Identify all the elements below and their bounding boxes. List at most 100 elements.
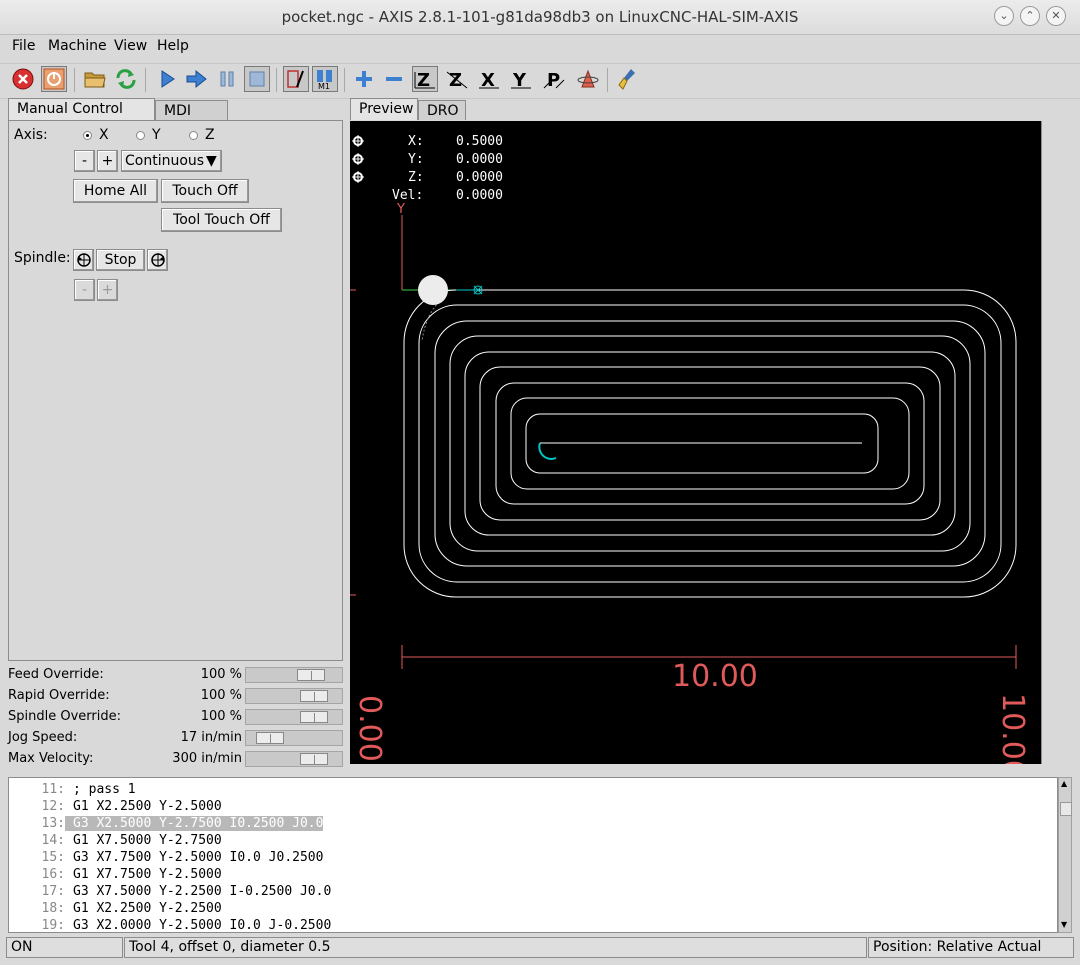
menu-file[interactable]: File <box>12 38 35 54</box>
override-slider[interactable] <box>245 751 343 767</box>
machine-power-button[interactable] <box>41 66 67 92</box>
gcode-scrollbar[interactable]: ▲ ▼ <box>1058 777 1072 933</box>
machine-state: ON <box>6 937 123 958</box>
axis-radio-z[interactable] <box>189 131 198 140</box>
rotate-view-button[interactable] <box>575 66 601 92</box>
code-line[interactable]: 17: G3 X7.5000 Y-2.2500 I-0.2500 J0.0 <box>9 883 1057 900</box>
rotate-view-icon <box>577 69 599 88</box>
run-button[interactable] <box>154 66 180 92</box>
zoom-in-button[interactable] <box>351 66 377 92</box>
tab-dro[interactable]: DRO <box>418 100 466 120</box>
toolbar-separator <box>74 68 75 92</box>
code-line[interactable]: 14: G1 X7.5000 Y-2.7500 <box>9 832 1057 849</box>
block-delete-button[interactable] <box>283 66 309 92</box>
pause-button[interactable] <box>214 66 240 92</box>
dro-vel-label: Vel: <box>392 188 424 203</box>
dro-y-label: Y: <box>408 152 424 167</box>
zoom-out-button[interactable] <box>381 66 407 92</box>
tab-manual-control[interactable]: Manual Control [F3] <box>8 98 155 137</box>
chevron-up-icon: ⌃ <box>1025 9 1035 22</box>
tab-preview[interactable]: Preview <box>350 98 418 120</box>
spindle-slower-button[interactable]: - <box>74 279 95 301</box>
jog-plus-button[interactable]: + <box>97 150 118 172</box>
toolbar-separator <box>607 68 608 92</box>
view-z2-button[interactable]: Z <box>444 66 470 92</box>
gcode-listing[interactable]: 11:; pass 1 12: G1 X2.2500 Y-2.5000 13: G3 X… <box>8 777 1058 933</box>
override-label: Jog Speed: <box>8 730 78 745</box>
close-icon: ✕ <box>1051 9 1061 22</box>
override-slider[interactable] <box>245 730 343 746</box>
y-axis-label: Y <box>397 202 405 217</box>
zoom-in-icon <box>356 71 372 87</box>
slider-thumb[interactable] <box>256 732 284 744</box>
scroll-down-icon[interactable]: ▼ <box>1061 921 1069 929</box>
estop-button[interactable] <box>10 66 36 92</box>
scrollbar-thumb[interactable] <box>1060 802 1072 816</box>
slider-thumb[interactable] <box>300 690 328 702</box>
toolbar-separator <box>276 68 277 92</box>
line-text: ; pass 1 <box>73 782 136 797</box>
clear-backplot-button[interactable] <box>616 66 642 92</box>
slider-thumb[interactable] <box>300 753 328 765</box>
code-line[interactable]: 11: ; pass 1 <box>9 781 1057 798</box>
dro-z-value: 0.0000 <box>456 170 503 185</box>
tab-mdi[interactable]: MDI [F5] <box>155 100 228 139</box>
dro-x-label: X: <box>408 134 424 149</box>
code-line[interactable]: 12: G1 X2.2500 Y-2.5000 <box>9 798 1057 815</box>
spindle-stop-button[interactable]: Stop <box>96 249 145 271</box>
override-slider[interactable] <box>245 709 343 725</box>
svg-text:Y: Y <box>512 70 527 90</box>
jog-minus-button[interactable]: - <box>74 150 95 172</box>
axis-radio-y[interactable] <box>136 131 145 140</box>
close-window-button[interactable]: ✕ <box>1046 6 1066 26</box>
active-code-line[interactable]: 13: G3 X2.5000 Y-2.7500 I0.2500 J0.0 <box>9 815 1057 832</box>
line-text: G1 X7.7500 Y-2.5000 <box>73 867 222 882</box>
view-p-button[interactable]: P <box>541 66 567 92</box>
spindle-faster-button[interactable]: + <box>97 279 118 301</box>
axis-radio-x[interactable] <box>83 131 92 140</box>
preview-canvas[interactable]: X: 0.5000 Y: 0.0000 Z: 0.0000 Vel: 0.000… <box>350 121 1041 764</box>
maximize-window-button[interactable]: ⌃ <box>1020 6 1040 26</box>
line-text: G3 X7.5000 Y-2.2500 I-0.2500 J0.0 <box>73 884 332 899</box>
tool-touch-off-button[interactable]: Tool Touch Off <box>161 208 282 232</box>
code-line[interactable]: 19: G3 X2.0000 Y-2.5000 I0.0 J-0.2500 <box>9 917 1057 932</box>
view-y-button[interactable]: Y <box>508 66 534 92</box>
jog-mode-select[interactable]: Continuous ▼ <box>121 150 222 172</box>
home-all-button[interactable]: Home All <box>73 179 158 203</box>
jog-mode-value: Continuous <box>125 153 205 169</box>
line-text: G1 X7.5000 Y-2.7500 <box>73 833 222 848</box>
menu-view[interactable]: View <box>114 38 147 54</box>
view-z-button[interactable]: Z <box>412 66 438 92</box>
override-label: Max Velocity: <box>8 751 94 766</box>
reload-button[interactable] <box>113 66 139 92</box>
optional-stop-icon: M1 <box>317 70 332 90</box>
estop-icon <box>12 68 34 90</box>
override-value: 100 % <box>200 667 242 682</box>
line-number: 13: <box>41 816 65 831</box>
view-x-button[interactable]: X <box>476 66 502 92</box>
code-line[interactable]: 15: G3 X7.7500 Y-2.5000 I0.0 J0.2500 <box>9 849 1057 866</box>
current-move <box>538 442 557 460</box>
code-line[interactable]: 18: G1 X2.2500 Y-2.2500 <box>9 900 1057 917</box>
left-dimension-label: 0.00 <box>352 695 387 762</box>
override-slider[interactable] <box>245 667 343 683</box>
override-slider[interactable] <box>245 688 343 704</box>
slider-thumb[interactable] <box>300 711 328 723</box>
open-file-button[interactable] <box>82 66 108 92</box>
toolbar-separator <box>344 68 345 92</box>
scroll-up-icon[interactable]: ▲ <box>1061 780 1069 788</box>
collapse-window-button[interactable]: ⌄ <box>994 6 1014 26</box>
optional-stop-button[interactable]: M1 <box>312 66 338 92</box>
touch-off-button[interactable]: Touch Off <box>161 179 249 203</box>
spindle-ccw-button[interactable] <box>73 249 94 271</box>
step-button[interactable] <box>184 66 210 92</box>
spindle-cw-button[interactable] <box>147 249 168 271</box>
menu-machine[interactable]: Machine <box>48 38 107 54</box>
tool-marker <box>418 275 448 305</box>
step-icon <box>186 69 207 89</box>
code-line[interactable]: 16: G1 X7.7500 Y-2.5000 <box>9 866 1057 883</box>
menu-help[interactable]: Help <box>157 38 189 54</box>
line-text: G1 X2.2500 Y-2.2500 <box>73 901 222 916</box>
stop-button[interactable] <box>244 66 270 92</box>
slider-thumb[interactable] <box>297 669 325 681</box>
